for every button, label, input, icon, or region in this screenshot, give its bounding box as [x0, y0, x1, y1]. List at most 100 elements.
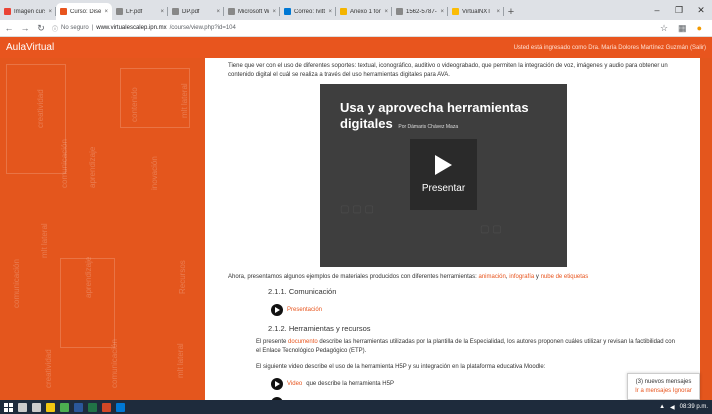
browser-tab[interactable]: 1562-5787-1-PB× [392, 3, 448, 20]
play-icon [435, 155, 452, 175]
browser-tab[interactable]: Microsoft Word× [224, 3, 280, 20]
infographic-link[interactable]: infografía [509, 274, 534, 280]
task-view-icon[interactable] [32, 402, 41, 412]
chrome-icon[interactable] [60, 402, 69, 412]
new-tab-button[interactable]: + [504, 3, 518, 20]
windows-start-icon[interactable] [4, 402, 13, 412]
play-circle-icon [271, 378, 283, 390]
bookmark-star-icon[interactable]: ☆ [660, 23, 668, 34]
video-resource[interactable]: Video que describe la herramienta H5P [271, 378, 394, 390]
profile-icon[interactable]: ● [697, 23, 702, 34]
window-controls: – ❐ ✕ [646, 0, 712, 20]
decor-word: aprendizaje [84, 256, 93, 298]
forward-icon[interactable]: → [20, 23, 30, 33]
outlook-icon [284, 8, 291, 15]
browser-tab[interactable]: Correo: Ivitta N× [280, 3, 336, 20]
animation-link[interactable]: animación [478, 274, 505, 280]
tab-title: 1562-5787-1-PB [406, 8, 437, 15]
video-link[interactable]: Video [287, 381, 302, 387]
decor-word: mlt lateral [180, 83, 189, 118]
close-icon[interactable]: × [160, 9, 164, 15]
close-window-button[interactable]: ✕ [690, 5, 712, 16]
tab-title: Anexo 1 formal [350, 8, 381, 15]
browser-tab[interactable]: LF.pdf × [112, 3, 168, 20]
decor-word: inovación [150, 156, 159, 190]
tag-cloud-link[interactable]: nube de etiquetas [541, 274, 589, 280]
security-label: No seguro [61, 25, 89, 31]
document-icon [396, 8, 403, 15]
browser-tab[interactable]: Imagen curso× [0, 3, 56, 20]
messages-notification: (3) nuevos mensajes Ir a mensajes Ignora… [627, 373, 700, 400]
play-circle-icon [271, 304, 283, 316]
browser-tab[interactable]: DP.pdf × [168, 3, 224, 20]
browser-tab[interactable]: VirtualNXT × [448, 3, 504, 20]
volume-icon[interactable]: ◀ [670, 404, 675, 411]
extension-icon[interactable]: ▦ [678, 23, 687, 34]
close-icon[interactable]: × [48, 9, 52, 15]
close-icon[interactable]: × [104, 9, 108, 15]
slide-title: Usa y aprovecha herramientas digitales P… [340, 100, 529, 131]
moodle-icon [60, 8, 67, 15]
decor-word: comunicación [110, 339, 119, 388]
back-icon[interactable]: ← [4, 23, 14, 33]
url-path: /course/view.php?id=104 [169, 25, 236, 31]
close-icon[interactable]: × [440, 9, 444, 15]
presentation-link[interactable]: Presentación [287, 307, 322, 313]
browser-tab[interactable]: Anexo 1 formal× [336, 3, 392, 20]
outlook-icon[interactable] [116, 402, 125, 412]
document-icon [228, 8, 235, 15]
present-label: Presentar [421, 183, 466, 194]
decor-word: Recursos [178, 260, 187, 294]
clock[interactable]: 08:39 p.m. [680, 404, 708, 410]
tab-title: Microsoft Word [238, 8, 270, 15]
tab-title: LF.pdf [126, 8, 143, 15]
document-paragraph: El presente documento describe las herra… [256, 339, 675, 354]
close-icon[interactable]: × [384, 9, 388, 15]
section-heading-tools: 2.1.2. Herramientas y recursos [268, 324, 371, 333]
gmail-icon [4, 8, 11, 15]
word-icon[interactable] [74, 402, 83, 412]
notification-title: (3) nuevos mensajes [635, 379, 692, 385]
login-info[interactable]: Usted está ingresado como Dra. María Dol… [514, 45, 706, 51]
intro-paragraph: Tiene que ver con el uso de diferentes s… [228, 63, 668, 78]
main-content: Tiene que ver con el uso de diferentes s… [205, 58, 700, 400]
close-icon[interactable]: × [328, 9, 332, 15]
site-brand[interactable]: AulaVirtual [6, 42, 54, 53]
presentation-embed[interactable]: ▢ ▢ ▢ ▢ ▢ Usa y aprovecha herramientas d… [320, 84, 567, 267]
search-icon[interactable] [18, 402, 27, 412]
powerpoint-icon[interactable] [102, 402, 111, 412]
tab-title: Curso: Diseño d [70, 8, 102, 15]
maximize-button[interactable]: ❐ [668, 5, 690, 16]
browser-tab[interactable]: Curso: Diseño d× [56, 3, 112, 20]
decor-word: creatividad [44, 349, 53, 388]
info-icon[interactable]: ⓘ [52, 24, 58, 33]
document-link[interactable]: documento [288, 339, 318, 345]
decor-word: comunicación [12, 259, 21, 308]
minimize-button[interactable]: – [646, 5, 668, 15]
ignore-link[interactable]: Ignorar [673, 388, 692, 394]
tab-title: DP.pdf [182, 8, 200, 15]
tab-title: Imagen curso [14, 8, 45, 15]
presentation-resource[interactable]: Presentación [271, 304, 322, 316]
address-bar: ← → ↻ ⓘ No seguro | www.virtualescalep.i… [0, 20, 712, 37]
excel-icon[interactable] [88, 402, 97, 412]
section-heading-communication: 2.1.1. Comunicación [268, 287, 337, 296]
close-icon[interactable]: × [216, 9, 220, 15]
decor-word: mlt lateral [40, 223, 49, 258]
system-tray: ▲ ◀ 08:39 p.m. [659, 404, 708, 411]
tab-title: Correo: Ivitta N [294, 8, 326, 15]
explorer-icon[interactable] [46, 402, 55, 412]
network-icon[interactable]: ▲ [659, 404, 665, 410]
url-input[interactable]: ⓘ No seguro | www.virtualescalep.ipn.mx /… [52, 22, 654, 35]
video-intro-paragraph: El siguiente video describe el uso de la… [256, 364, 546, 370]
reload-icon[interactable]: ↻ [36, 23, 46, 34]
drive-icon [340, 8, 347, 15]
document-icon [172, 8, 179, 15]
close-icon[interactable]: × [272, 9, 276, 15]
present-button[interactable]: Presentar [410, 139, 477, 210]
windows-taskbar: ▲ ◀ 08:39 p.m. [0, 400, 712, 414]
go-to-messages-link[interactable]: Ir a mensajes [635, 388, 671, 394]
document-icon [116, 8, 123, 15]
virtual-icon [452, 8, 459, 15]
close-icon[interactable]: × [496, 9, 500, 15]
